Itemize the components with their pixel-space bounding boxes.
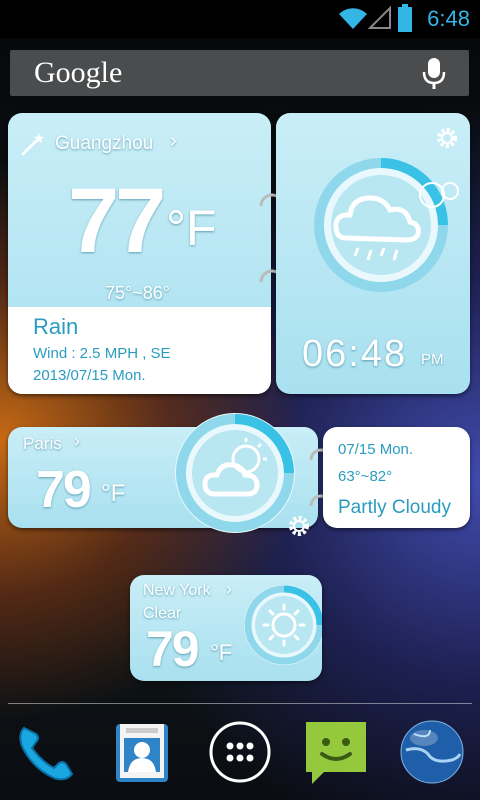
wifi-icon [339, 8, 367, 29]
signal-icon [368, 6, 391, 29]
chevron-right-icon[interactable]: › [226, 579, 232, 600]
condition-label: Rain [33, 314, 79, 339]
temp-range: 75°~86° [105, 283, 170, 303]
messaging-icon[interactable] [304, 720, 368, 784]
dock-divider [8, 703, 472, 704]
google-search-bar[interactable]: Google [10, 50, 469, 96]
chevron-right-icon[interactable]: › [74, 431, 80, 452]
app-drawer-icon[interactable] [208, 720, 272, 784]
phone-icon[interactable] [14, 720, 78, 784]
city-name[interactable]: New York [143, 582, 211, 600]
weather-widget-main[interactable]: Guangzhou › 77 °F 75°~86° Rain Wind : 2.… [8, 113, 271, 394]
city-name[interactable]: Guangzhou [55, 133, 153, 155]
temp-range: 63°~82° [338, 468, 393, 485]
city-name[interactable]: Paris [23, 434, 62, 454]
contacts-icon[interactable] [110, 720, 174, 784]
paris-detail-card[interactable]: 07/15 Mon. 63°~82° Partly Cloudy [323, 427, 470, 528]
wind-info: Wind : 2.5 MPH , SE [33, 345, 171, 362]
rain-cloud-icon [314, 158, 448, 292]
temp-unit: °F [166, 200, 217, 256]
status-bar: 6:48 [0, 0, 480, 38]
date-label: 2013/07/15 Mon. [33, 367, 146, 384]
date-label: 07/15 Mon. [338, 441, 414, 458]
temp-unit: °F [101, 480, 126, 507]
browser-icon[interactable] [400, 720, 464, 784]
clock-ampm: PM [421, 351, 444, 368]
current-temp: 77 [68, 170, 166, 272]
status-time: 6:48 [427, 6, 470, 31]
current-temp: 79 [36, 461, 92, 519]
clock-widget[interactable]: 06:48 PM [276, 113, 470, 394]
partly-cloudy-icon [175, 413, 295, 533]
sun-icon [244, 585, 322, 665]
weather-widget-newyork[interactable]: New York › Clear 79 °F [130, 575, 322, 681]
clock-time: 06:48 [302, 333, 408, 375]
condition-label: Partly Cloudy [338, 497, 451, 518]
chevron-right-icon[interactable]: › [170, 130, 177, 153]
snow-icon [419, 182, 459, 208]
google-label[interactable]: Google [34, 56, 122, 90]
microphone-icon[interactable] [421, 57, 447, 91]
battery-icon [398, 4, 412, 32]
settings-icon[interactable] [287, 514, 311, 538]
current-temp: 79 [146, 621, 200, 677]
magic-wand-icon[interactable] [20, 131, 46, 157]
settings-icon[interactable] [435, 126, 459, 150]
temp-unit: °F [210, 640, 233, 665]
